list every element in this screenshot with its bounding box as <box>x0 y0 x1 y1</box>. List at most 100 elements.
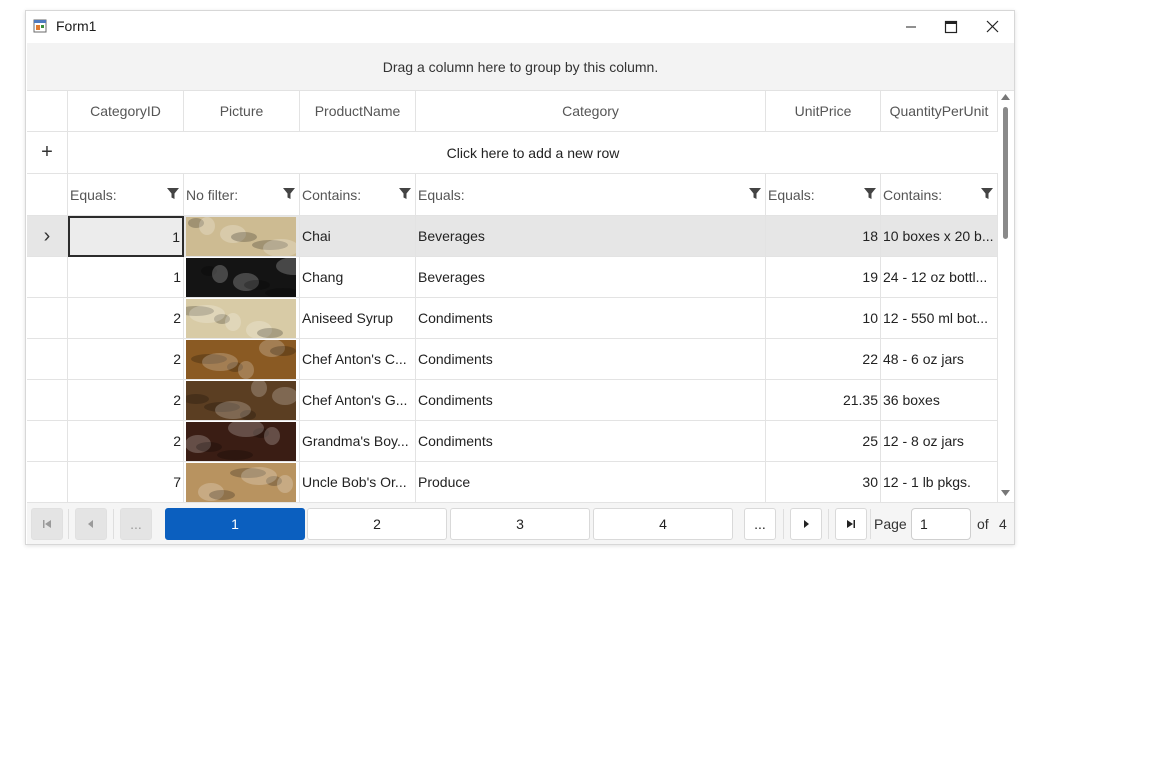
filter-cell-picture[interactable]: No filter: <box>184 174 300 216</box>
category-text: Condiments <box>418 433 493 449</box>
cell-picture[interactable] <box>184 421 300 462</box>
cell-categoryid[interactable]: 2 <box>68 421 184 462</box>
cell-category[interactable]: Condiments <box>416 421 766 462</box>
cell-productname[interactable]: Chef Anton's C... <box>300 339 416 380</box>
cell-productname[interactable]: Grandma's Boy... <box>300 421 416 462</box>
cell-category[interactable]: Condiments <box>416 380 766 421</box>
next-page-button[interactable] <box>790 508 822 540</box>
filter-cell-productname[interactable]: Contains: <box>300 174 416 216</box>
cell-quantityperunit[interactable]: 12 - 550 ml bot... <box>881 298 998 339</box>
column-header-label: CategoryID <box>90 103 161 119</box>
cell-productname[interactable]: Chang <box>300 257 416 298</box>
cell-productname[interactable]: Chef Anton's G... <box>300 380 416 421</box>
cell-categoryid[interactable]: 1 <box>68 257 184 298</box>
cell-category[interactable]: Condiments <box>416 298 766 339</box>
cell-picture[interactable] <box>184 298 300 339</box>
filter-icon[interactable] <box>981 188 993 200</box>
cell-unitprice[interactable]: 22 <box>766 339 881 380</box>
previous-page-button[interactable] <box>75 508 107 540</box>
cell-picture[interactable] <box>184 216 300 257</box>
page-button-2[interactable]: 2 <box>307 508 447 540</box>
cell-unitprice[interactable]: 30 <box>766 462 881 502</box>
cell-categoryid[interactable]: 2 <box>68 380 184 421</box>
cell-unitprice[interactable]: 10 <box>766 298 881 339</box>
cell-quantityperunit[interactable]: 24 - 12 oz bottl... <box>881 257 998 298</box>
cell-category[interactable]: Condiments <box>416 339 766 380</box>
cell-quantityperunit[interactable]: 12 - 8 oz jars <box>881 421 998 462</box>
cell-categoryid[interactable]: 7 <box>68 462 184 502</box>
scroll-up-icon[interactable] <box>1001 94 1010 100</box>
filter-icon[interactable] <box>167 188 179 200</box>
table-row[interactable]: 2 Aniseed Syrup Condiments 10 12 - 550 m… <box>27 298 998 339</box>
cell-picture[interactable] <box>184 380 300 421</box>
cell-picture[interactable] <box>184 257 300 298</box>
cell-categoryid[interactable]: 2 <box>68 339 184 380</box>
cell-categoryid[interactable]: 1 <box>68 216 184 257</box>
table-row[interactable]: 2 Chef Anton's G... Condiments 21.35 36 … <box>27 380 998 421</box>
cell-unitprice[interactable]: 19 <box>766 257 881 298</box>
page-button-4[interactable]: 4 <box>593 508 733 540</box>
page-button-3[interactable]: 3 <box>450 508 590 540</box>
filter-operator-label: No filter: <box>186 186 239 203</box>
first-page-button[interactable] <box>31 508 63 540</box>
next-pages-ellipsis-button[interactable]: ... <box>744 508 776 540</box>
add-new-row[interactable]: Click here to add a new row <box>68 132 998 174</box>
title-bar[interactable]: Form1 <box>26 11 1014 42</box>
table-row[interactable]: 1 Chang Beverages 19 24 - 12 oz bottl... <box>27 257 998 298</box>
filter-cell-categoryid[interactable]: Equals: <box>68 174 184 216</box>
filter-icon[interactable] <box>749 188 761 200</box>
cell-quantityperunit[interactable]: 10 boxes x 20 b... <box>881 216 998 257</box>
column-header-label: Picture <box>219 103 264 119</box>
table-row[interactable]: › 1 Chai Beverages 18 10 boxes x 20 b... <box>27 216 998 257</box>
filter-cell-quantityperunit[interactable]: Contains: <box>881 174 998 216</box>
product-photo <box>186 217 296 256</box>
add-row-icon[interactable]: + <box>27 132 68 174</box>
cell-unitprice[interactable]: 18 <box>766 216 881 257</box>
scrollbar-thumb[interactable] <box>1003 107 1008 239</box>
cell-category[interactable]: Produce <box>416 462 766 502</box>
cell-productname[interactable]: Uncle Bob's Or... <box>300 462 416 502</box>
column-header-productname[interactable]: ProductName <box>300 91 416 132</box>
cell-unitprice[interactable]: 25 <box>766 421 881 462</box>
cell-picture[interactable] <box>184 462 300 502</box>
cell-productname[interactable]: Aniseed Syrup <box>300 298 416 339</box>
previous-pages-ellipsis-button[interactable]: ... <box>120 508 152 540</box>
column-header-quantityperunit[interactable]: QuantityPerUnit <box>881 91 998 132</box>
table-row[interactable]: 2 Chef Anton's C... Condiments 22 48 - 6… <box>27 339 998 380</box>
cell-category[interactable]: Beverages <box>416 216 766 257</box>
column-header-picture[interactable]: Picture <box>184 91 300 132</box>
filter-icon[interactable] <box>399 188 411 200</box>
maximize-icon <box>944 20 958 33</box>
group-by-panel[interactable]: Drag a column here to group by this colu… <box>27 43 1014 91</box>
close-button[interactable] <box>972 11 1012 42</box>
cell-picture[interactable] <box>184 339 300 380</box>
column-header-categoryid[interactable]: CategoryID <box>68 91 184 132</box>
cell-productname[interactable]: Chai <box>300 216 416 257</box>
product-name-text: Grandma's Boy... <box>302 433 409 449</box>
filter-cell-category[interactable]: Equals: <box>416 174 766 216</box>
filter-cell-unitprice[interactable]: Equals: <box>766 174 881 216</box>
cell-quantityperunit[interactable]: 12 - 1 lb pkgs. <box>881 462 998 502</box>
cell-quantityperunit[interactable]: 48 - 6 oz jars <box>881 339 998 380</box>
maximize-button[interactable] <box>931 11 971 42</box>
page-button-1[interactable]: 1 <box>165 508 305 540</box>
cell-category[interactable]: Beverages <box>416 257 766 298</box>
last-page-button[interactable] <box>835 508 867 540</box>
filter-icon[interactable] <box>283 188 295 200</box>
filter-icon[interactable] <box>864 188 876 200</box>
table-row[interactable]: 7 Uncle Bob's Or... Produce 30 12 - 1 lb… <box>27 462 998 502</box>
page-number-input[interactable] <box>911 508 971 540</box>
quantity-text: 12 - 8 oz jars <box>883 433 964 449</box>
product-name-text: Chang <box>302 269 344 285</box>
column-header-label: Category <box>562 103 619 119</box>
table-row[interactable]: 2 Grandma's Boy... Condiments 25 12 - 8 … <box>27 421 998 462</box>
scroll-down-icon[interactable] <box>1001 490 1010 496</box>
cell-quantityperunit[interactable]: 36 boxes <box>881 380 998 421</box>
cell-categoryid[interactable]: 2 <box>68 298 184 339</box>
column-header-label: ProductName <box>314 103 401 119</box>
minimize-button[interactable] <box>891 11 931 42</box>
vertical-scrollbar[interactable] <box>998 91 1013 502</box>
cell-unitprice[interactable]: 21.35 <box>766 380 881 421</box>
column-header-category[interactable]: Category <box>416 91 766 132</box>
column-header-unitprice[interactable]: UnitPrice <box>766 91 881 132</box>
